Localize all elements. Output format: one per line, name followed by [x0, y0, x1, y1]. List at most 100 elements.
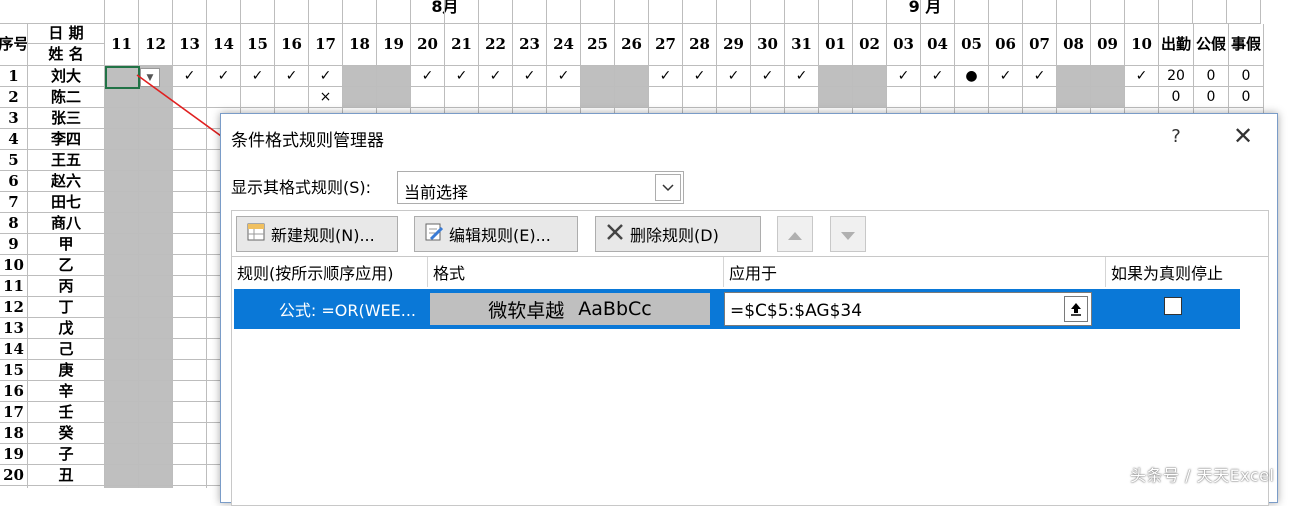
- attendance-cell[interactable]: [139, 87, 173, 108]
- attendance-cell[interactable]: [173, 171, 207, 192]
- attendance-cell[interactable]: [173, 87, 207, 108]
- attendance-cell[interactable]: ✓: [411, 66, 445, 87]
- attendance-cell[interactable]: [173, 360, 207, 381]
- attendance-cell[interactable]: [139, 465, 173, 486]
- attendance-cell[interactable]: [139, 444, 173, 465]
- attendance-cell[interactable]: [173, 255, 207, 276]
- attendance-cell[interactable]: [105, 318, 139, 339]
- edit-rule-button[interactable]: 编辑规则(E)...: [414, 216, 578, 252]
- attendance-cell[interactable]: ✓: [479, 66, 513, 87]
- attendance-cell[interactable]: [887, 87, 921, 108]
- selected-cell[interactable]: [105, 66, 140, 89]
- attendance-cell[interactable]: ✓: [921, 66, 955, 87]
- attendance-cell[interactable]: [853, 87, 887, 108]
- attendance-cell[interactable]: ✓: [547, 66, 581, 87]
- attendance-cell[interactable]: [921, 87, 955, 108]
- attendance-cell[interactable]: [275, 87, 309, 108]
- attendance-cell[interactable]: [1057, 87, 1091, 108]
- attendance-cell[interactable]: [105, 339, 139, 360]
- attendance-cell[interactable]: [173, 234, 207, 255]
- attendance-cell[interactable]: [615, 87, 649, 108]
- attendance-cell[interactable]: [411, 87, 445, 108]
- attendance-cell[interactable]: [207, 87, 241, 108]
- attendance-cell[interactable]: [1091, 66, 1125, 87]
- attendance-cell[interactable]: [139, 255, 173, 276]
- attendance-cell[interactable]: [173, 402, 207, 423]
- attendance-cell[interactable]: [1057, 66, 1091, 87]
- move-up-button[interactable]: [777, 216, 813, 252]
- attendance-cell[interactable]: [173, 297, 207, 318]
- attendance-cell[interactable]: [581, 87, 615, 108]
- attendance-cell[interactable]: [479, 87, 513, 108]
- close-icon[interactable]: ✕: [1226, 122, 1260, 150]
- rule-row[interactable]: 公式: =OR(WEE... 微软卓越 AaBbCc =$C$5:$AG$34: [234, 289, 1240, 329]
- attendance-cell[interactable]: [105, 234, 139, 255]
- attendance-cell[interactable]: [955, 87, 989, 108]
- attendance-cell[interactable]: ✓: [751, 66, 785, 87]
- attendance-cell[interactable]: [615, 66, 649, 87]
- new-rule-button[interactable]: 新建规则(N)...: [236, 216, 398, 252]
- attendance-cell[interactable]: [343, 66, 377, 87]
- attendance-cell[interactable]: [819, 87, 853, 108]
- attendance-cell[interactable]: ✓: [785, 66, 819, 87]
- summary-cell[interactable]: 0: [1194, 66, 1229, 87]
- attendance-cell[interactable]: [1125, 87, 1159, 108]
- attendance-cell[interactable]: [105, 150, 139, 171]
- show-rules-select[interactable]: 当前选择: [397, 171, 684, 204]
- attendance-cell[interactable]: [819, 66, 853, 87]
- attendance-cell[interactable]: [343, 87, 377, 108]
- attendance-cell[interactable]: [105, 87, 139, 108]
- attendance-cell[interactable]: [105, 465, 139, 486]
- summary-cell[interactable]: 20: [1159, 66, 1194, 87]
- attendance-cell[interactable]: [649, 87, 683, 108]
- attendance-cell[interactable]: [105, 276, 139, 297]
- attendance-cell[interactable]: [139, 402, 173, 423]
- attendance-cell[interactable]: [139, 318, 173, 339]
- attendance-cell[interactable]: [173, 276, 207, 297]
- attendance-cell[interactable]: [105, 381, 139, 402]
- attendance-cell[interactable]: [105, 360, 139, 381]
- attendance-cell[interactable]: [173, 108, 207, 129]
- attendance-cell[interactable]: [173, 381, 207, 402]
- attendance-cell[interactable]: [139, 360, 173, 381]
- attendance-cell[interactable]: [139, 381, 173, 402]
- summary-cell[interactable]: 0: [1194, 87, 1229, 108]
- attendance-cell[interactable]: [1091, 87, 1125, 108]
- attendance-cell[interactable]: [173, 339, 207, 360]
- attendance-cell[interactable]: [105, 108, 139, 129]
- attendance-cell[interactable]: [785, 87, 819, 108]
- attendance-cell[interactable]: [139, 234, 173, 255]
- attendance-cell[interactable]: [105, 129, 139, 150]
- attendance-cell[interactable]: ✓: [513, 66, 547, 87]
- attendance-cell[interactable]: ●: [955, 66, 989, 87]
- attendance-cell[interactable]: [377, 87, 411, 108]
- attendance-cell[interactable]: [139, 108, 173, 129]
- attendance-cell[interactable]: [1023, 87, 1057, 108]
- attendance-cell[interactable]: [105, 213, 139, 234]
- attendance-cell[interactable]: [139, 129, 173, 150]
- chevron-down-icon[interactable]: [655, 174, 681, 201]
- attendance-cell[interactable]: [989, 87, 1023, 108]
- attendance-cell[interactable]: ✓: [887, 66, 921, 87]
- attendance-cell[interactable]: [173, 318, 207, 339]
- attendance-cell[interactable]: ✓: [1023, 66, 1057, 87]
- attendance-cell[interactable]: ✓: [207, 66, 241, 87]
- attendance-cell[interactable]: [241, 87, 275, 108]
- move-down-button[interactable]: [830, 216, 866, 252]
- attendance-cell[interactable]: ✓: [717, 66, 751, 87]
- delete-rule-button[interactable]: 删除规则(D): [595, 216, 761, 252]
- attendance-cell[interactable]: [139, 192, 173, 213]
- attendance-cell[interactable]: [105, 444, 139, 465]
- attendance-cell[interactable]: [139, 423, 173, 444]
- attendance-cell[interactable]: [105, 192, 139, 213]
- attendance-cell[interactable]: [139, 339, 173, 360]
- attendance-cell[interactable]: [105, 297, 139, 318]
- summary-cell[interactable]: 0: [1229, 66, 1264, 87]
- attendance-cell[interactable]: [139, 150, 173, 171]
- attendance-cell[interactable]: [513, 87, 547, 108]
- attendance-cell[interactable]: [377, 66, 411, 87]
- attendance-cell[interactable]: ✓: [989, 66, 1023, 87]
- attendance-cell[interactable]: [173, 150, 207, 171]
- collapse-range-icon[interactable]: [1064, 296, 1088, 322]
- attendance-cell[interactable]: [581, 66, 615, 87]
